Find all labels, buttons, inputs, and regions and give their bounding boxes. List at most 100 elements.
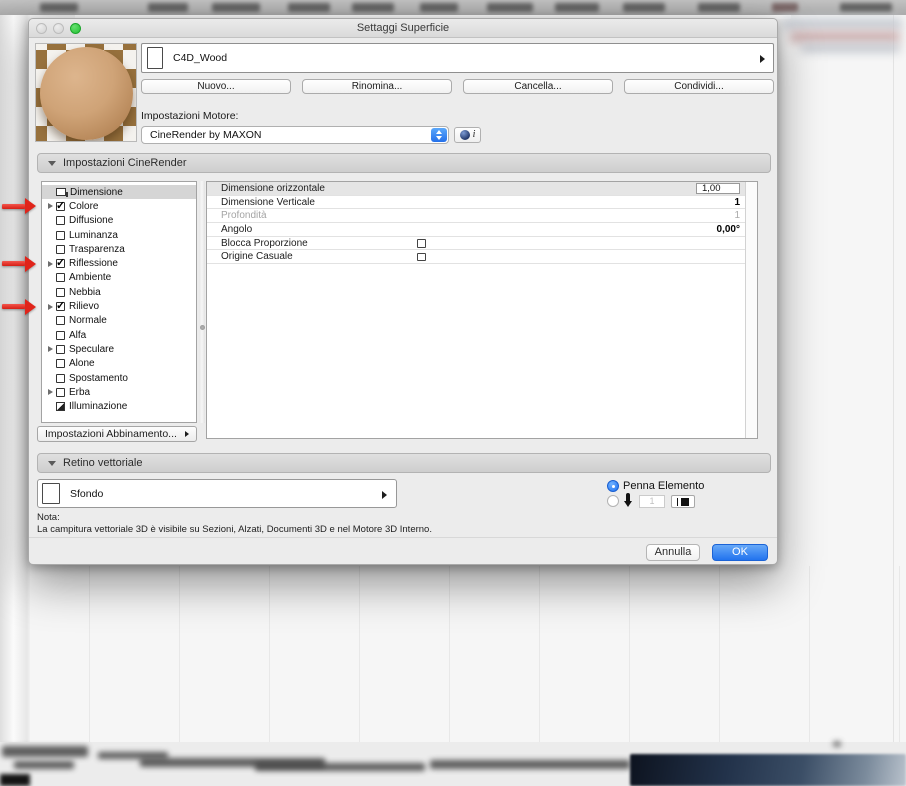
channel-label: Dimensione xyxy=(70,186,123,198)
param-checkbox[interactable] xyxy=(417,252,426,262)
channel-checkbox[interactable] xyxy=(56,230,65,240)
rename-button[interactable]: Rinomina... xyxy=(302,79,452,94)
param-row-origine-casuale[interactable]: Origine Casuale xyxy=(207,250,757,265)
channel-checkbox[interactable] xyxy=(56,287,65,297)
material-name: C4D_Wood xyxy=(173,52,228,64)
channel-row-erba[interactable]: Erba xyxy=(42,385,196,399)
engine-select[interactable]: CineRender by MAXON xyxy=(141,126,449,144)
channel-row-diffusione[interactable]: Diffusione xyxy=(42,214,196,228)
background-toolbar-blur xyxy=(800,44,900,52)
param-checkbox[interactable] xyxy=(417,239,426,248)
channel-label: Speculare xyxy=(69,343,115,355)
pane-splitter[interactable] xyxy=(199,181,205,423)
channel-checkbox[interactable] xyxy=(56,273,65,283)
disclosure-triangle-icon[interactable] xyxy=(48,389,53,396)
param-label: Angolo xyxy=(221,223,253,235)
matching-settings-button[interactable]: Impostazioni Abbinamento... xyxy=(37,426,197,442)
pen-custom-radio[interactable] xyxy=(607,495,619,507)
chevron-right-icon[interactable] xyxy=(382,491,387,499)
channel-row-nebbia[interactable]: Nebbia xyxy=(42,285,196,299)
param-label: Profondità xyxy=(221,210,267,222)
disclosure-triangle-icon[interactable] xyxy=(48,303,53,310)
channel-row-luminanza[interactable]: Luminanza xyxy=(42,228,196,242)
param-value[interactable]: 1 xyxy=(734,210,740,221)
channel-checkbox[interactable] xyxy=(56,344,65,354)
annotation-red-arrow-icon xyxy=(2,198,36,215)
param-row-dimensione-orizzontale[interactable]: Dimensione orizzontale 1,00 xyxy=(207,182,757,196)
channel-label: Nebbia xyxy=(69,286,101,298)
dialog-titlebar[interactable]: Settaggi Superficie xyxy=(29,19,777,38)
disclosure-down-icon xyxy=(48,460,56,466)
channel-checkbox[interactable] xyxy=(56,256,65,269)
background-blur-text xyxy=(430,760,630,769)
channel-list: Dimensione Colore Diffusione Luminanza Trasp… xyxy=(2,181,197,423)
param-value[interactable]: 0,00° xyxy=(717,224,740,235)
menubar-blur-item xyxy=(352,3,394,12)
param-row-blocca-proporzione[interactable]: Blocca Proporzione xyxy=(207,237,757,251)
delete-button[interactable]: Cancella... xyxy=(463,79,613,94)
pen-color-button[interactable] xyxy=(671,495,695,508)
new-button[interactable]: Nuovo... xyxy=(141,79,291,94)
channel-label: Luminanza xyxy=(69,229,118,241)
channel-checkbox[interactable] xyxy=(56,316,65,326)
channel-row-colore[interactable]: Colore xyxy=(2,198,196,215)
param-label: Dimensione Verticale xyxy=(221,196,315,208)
channel-row-normale[interactable]: Normale xyxy=(42,314,196,328)
channel-row-ambiente[interactable]: Ambiente xyxy=(42,271,196,285)
channel-row-riflessione[interactable]: Riflessione xyxy=(2,255,196,272)
ok-button[interactable]: OK xyxy=(712,544,768,561)
material-preview-sphere xyxy=(40,47,133,140)
channel-checkbox[interactable] xyxy=(56,330,65,340)
cancel-button[interactable]: Annulla xyxy=(646,544,700,561)
channel-checkbox[interactable] xyxy=(56,216,65,226)
channel-row-speculare[interactable]: Speculare xyxy=(42,342,196,356)
param-label: Dimensione orizzontale xyxy=(221,182,325,194)
param-row-profondit-[interactable]: Profondità 1 xyxy=(207,209,757,224)
annotation-red-arrow-icon xyxy=(2,255,36,272)
cinerender-section-header[interactable]: Impostazioni CineRender xyxy=(37,153,771,173)
engine-info-button[interactable]: i xyxy=(454,127,481,143)
disclosure-down-icon xyxy=(48,160,56,166)
channel-label: Erba xyxy=(69,386,91,398)
channel-label: Rilievo xyxy=(69,301,100,313)
chevron-right-icon[interactable] xyxy=(760,55,765,63)
background-hatch-field[interactable]: Sfondo xyxy=(37,479,397,508)
disclosure-triangle-icon[interactable] xyxy=(48,260,53,267)
channel-row-spostamento[interactable]: Spostamento xyxy=(42,371,196,385)
channel-label: Spostamento xyxy=(69,372,128,384)
disclosure-triangle-icon[interactable] xyxy=(48,346,53,353)
channel-checkbox[interactable] xyxy=(56,244,65,254)
channel-row-rilievo[interactable]: Rilievo xyxy=(2,298,196,315)
channel-row-dimensione[interactable]: Dimensione xyxy=(42,185,196,200)
channel-checkbox[interactable] xyxy=(56,299,65,312)
param-row-dimensione-verticale[interactable]: Dimensione Verticale 1 xyxy=(207,196,757,210)
channel-row-trasparenza[interactable]: Trasparenza xyxy=(42,242,196,256)
channel-label: Ambiente xyxy=(69,272,112,284)
background-dark-panel xyxy=(630,754,906,786)
channel-checkbox[interactable] xyxy=(56,199,65,212)
channel-row-alone[interactable]: Alone xyxy=(42,357,196,371)
note-title: Nota: xyxy=(37,512,60,523)
vector-hatch-section-header[interactable]: Retino vettoriale xyxy=(37,453,771,473)
channel-checkbox[interactable] xyxy=(56,387,65,397)
background-blur-mark xyxy=(833,741,841,747)
param-input[interactable]: 1,00 xyxy=(696,182,740,195)
pen-bar-icon xyxy=(676,497,679,506)
param-value[interactable]: 1 xyxy=(734,197,740,208)
info-icon: i xyxy=(472,129,476,140)
channel-checkbox[interactable] xyxy=(56,359,65,369)
param-row-angolo[interactable]: Angolo 0,00° xyxy=(207,223,757,237)
channel-row-illuminazione[interactable]: Illuminazione xyxy=(42,399,196,413)
material-name-field[interactable]: C4D_Wood xyxy=(141,43,774,73)
param-label: Origine Casuale xyxy=(221,251,293,263)
channel-checkbox[interactable] xyxy=(56,373,65,383)
pen-number-field[interactable]: 1 xyxy=(639,495,665,508)
disclosure-triangle-icon[interactable] xyxy=(48,203,53,210)
pen-element-radio[interactable] xyxy=(607,480,619,492)
screen: Settaggi Superficie C4D_Wood Nuovo... Ri… xyxy=(0,0,906,786)
select-stepper-icon[interactable] xyxy=(431,128,447,142)
share-button[interactable]: Condividi... xyxy=(624,79,774,94)
channel-row-alfa[interactable]: Alfa xyxy=(42,328,196,342)
surface-settings-dialog: Settaggi Superficie C4D_Wood Nuovo... Ri… xyxy=(2,18,778,565)
pen-color-swatch xyxy=(681,497,690,506)
